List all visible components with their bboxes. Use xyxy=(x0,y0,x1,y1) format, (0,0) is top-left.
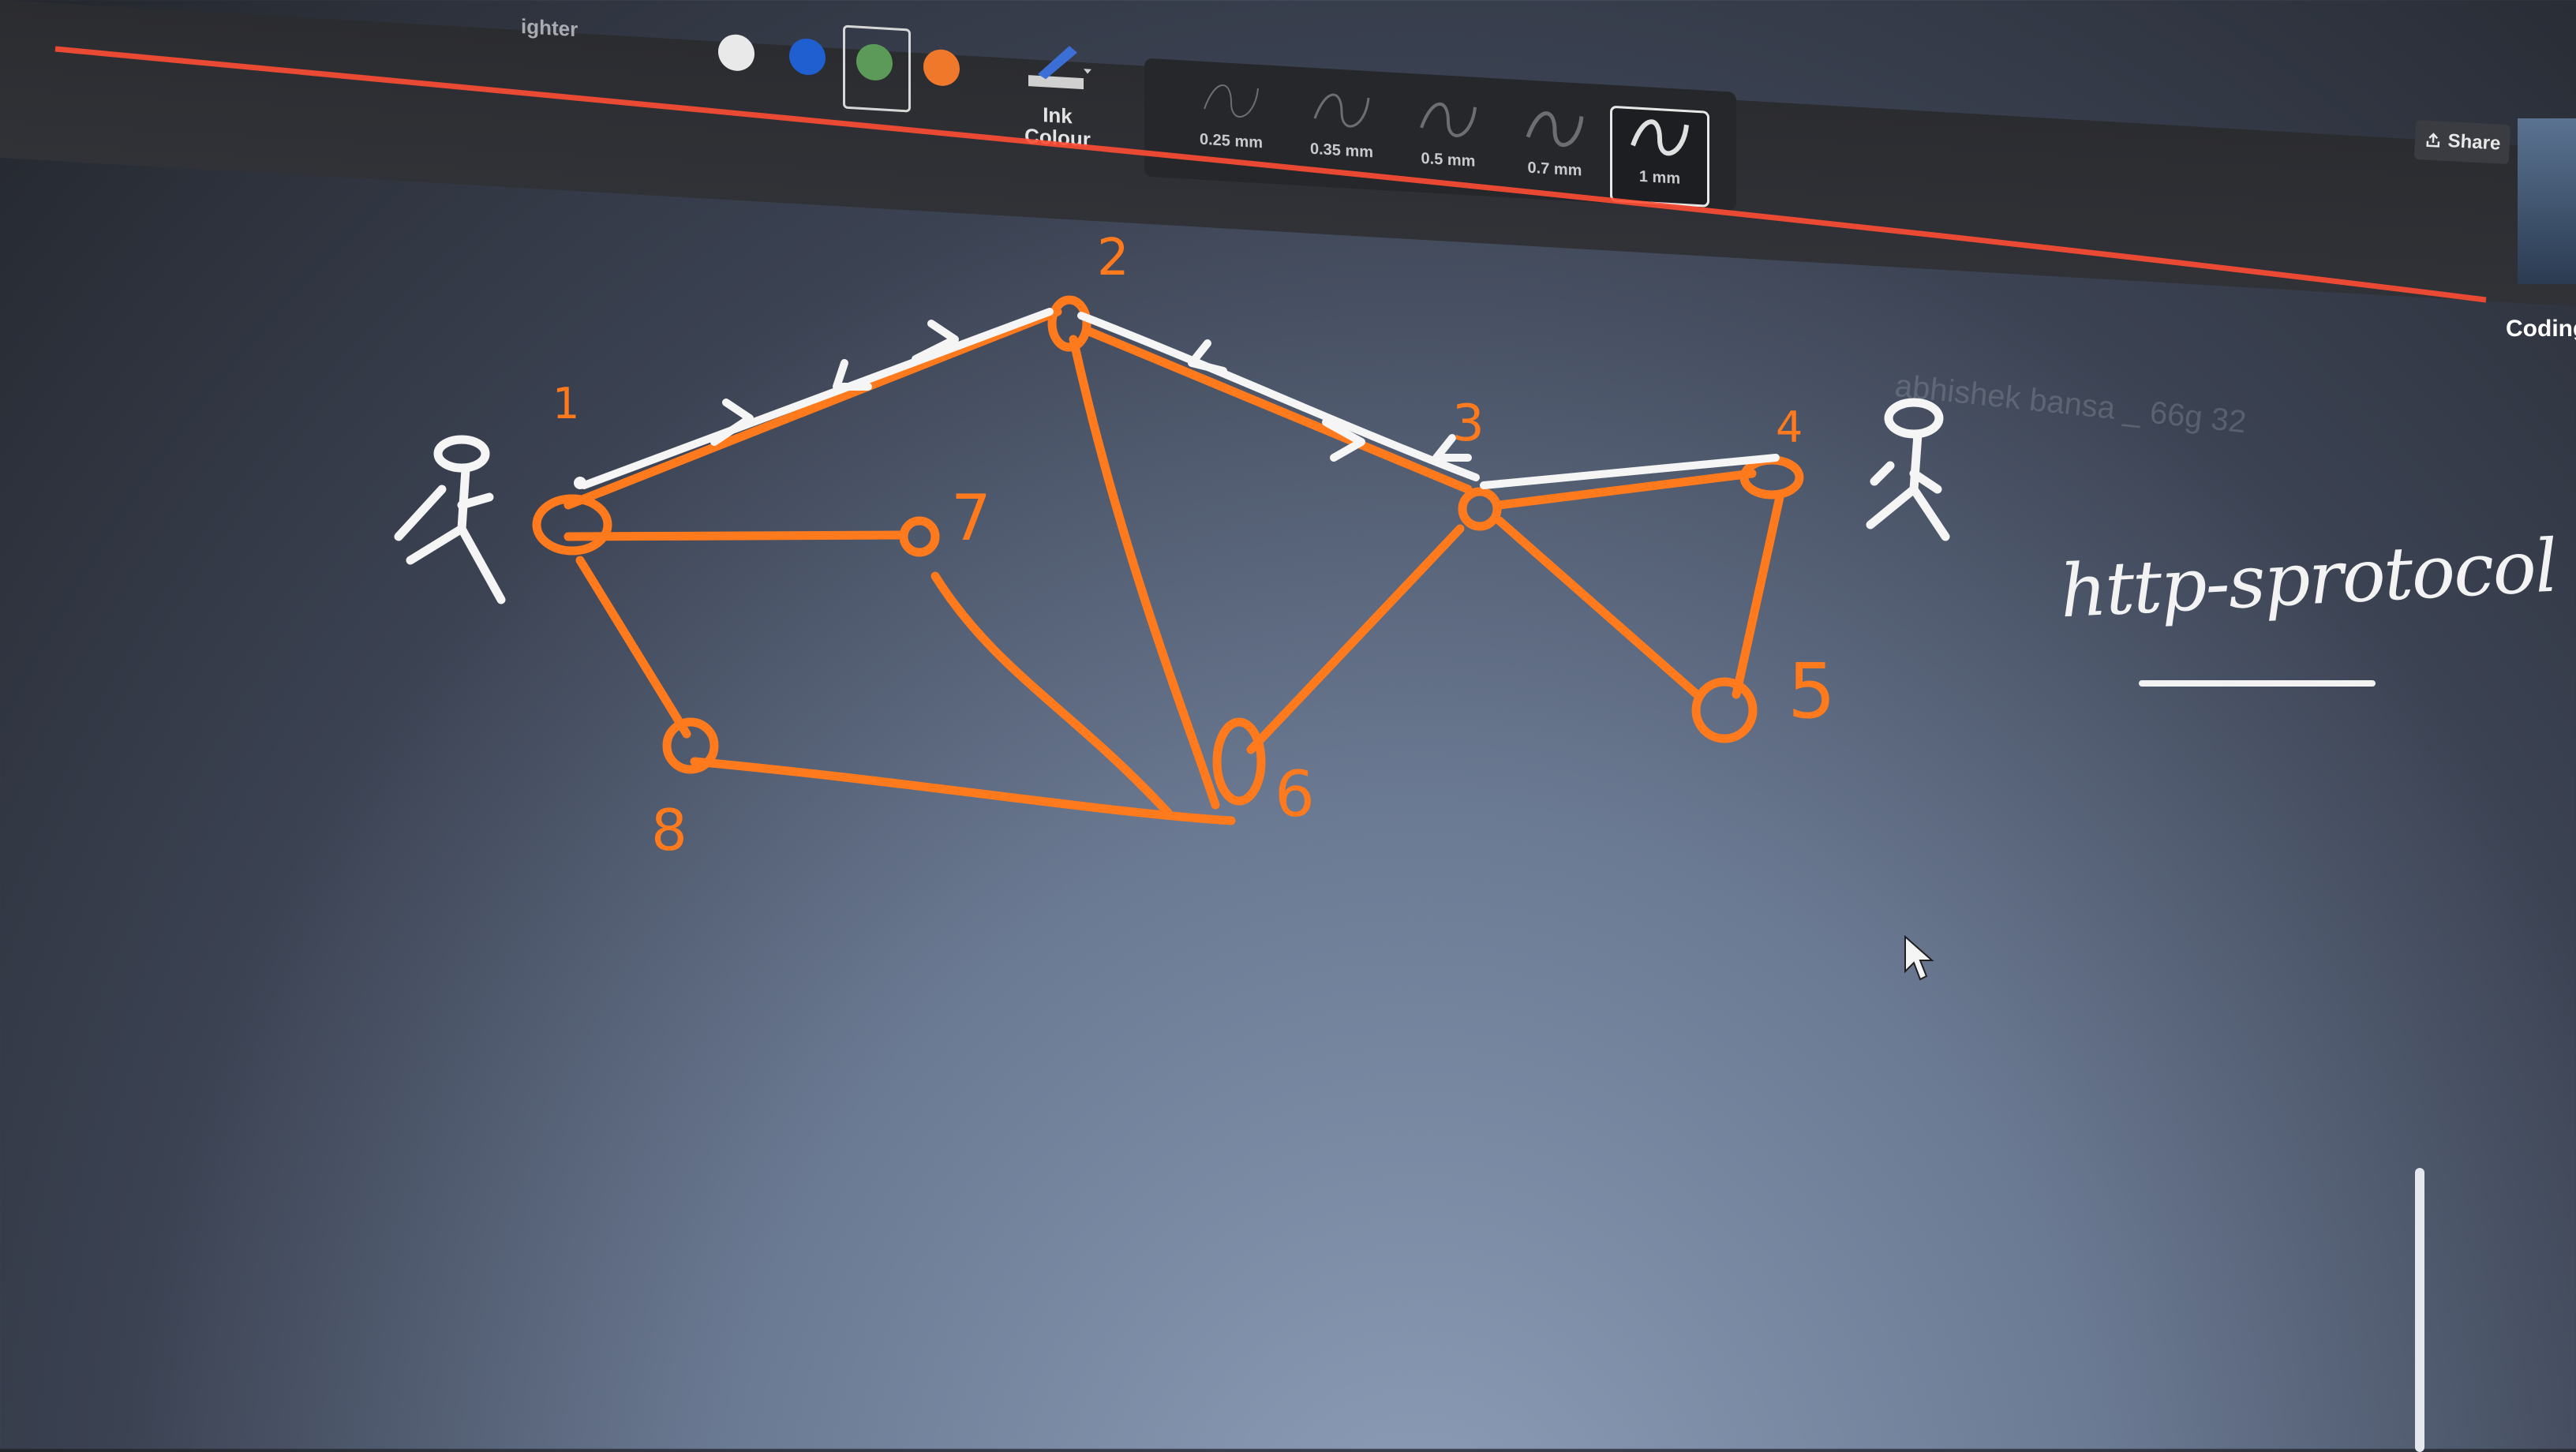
whiteboard-screen: ighter Ink Colour 0.25 mm 0.35 mm 0.5 mm xyxy=(0,0,2576,1452)
node-label-2: 2 xyxy=(1097,229,1129,287)
node-label-1: 1 xyxy=(552,379,580,428)
white-path-3-4 xyxy=(1480,454,1780,489)
edge-4-5 xyxy=(1732,492,1784,699)
white-path-2-3 xyxy=(1077,312,1480,481)
edge-2-3 xyxy=(1084,327,1473,494)
node-3 xyxy=(1458,487,1502,531)
red-guide-line xyxy=(54,46,2487,303)
arrow-left-2 xyxy=(1188,339,1227,375)
node-6 xyxy=(1212,717,1266,806)
edge-3-5 xyxy=(1495,516,1702,699)
edge-3-6 xyxy=(1246,524,1465,754)
stick-figure-left xyxy=(394,435,506,604)
arrow-left-1 xyxy=(833,359,872,391)
white-path-1-2 xyxy=(580,308,1054,489)
network-diagram-drawing xyxy=(54,46,2487,825)
edge-1-2 xyxy=(564,307,1062,510)
edge-1-7 xyxy=(564,530,908,541)
node-label-7: 7 xyxy=(951,481,991,555)
node-label-5: 5 xyxy=(1788,647,1837,735)
stick-figure-right xyxy=(1866,398,1950,541)
node-label-3: 3 xyxy=(1452,395,1485,453)
start-marker xyxy=(574,477,586,489)
edge-1-8 xyxy=(575,556,691,739)
node-label-8: 8 xyxy=(651,797,687,863)
node-7 xyxy=(899,516,940,557)
node-label-4: 4 xyxy=(1776,402,1803,452)
mouse-cursor-icon xyxy=(1904,935,1934,981)
node-label-6: 6 xyxy=(1275,758,1315,831)
node-5 xyxy=(1691,677,1758,743)
edge-2-6 xyxy=(1069,335,1220,810)
edge-7-6 xyxy=(930,571,1173,818)
handwritten-underline xyxy=(2139,680,2376,687)
